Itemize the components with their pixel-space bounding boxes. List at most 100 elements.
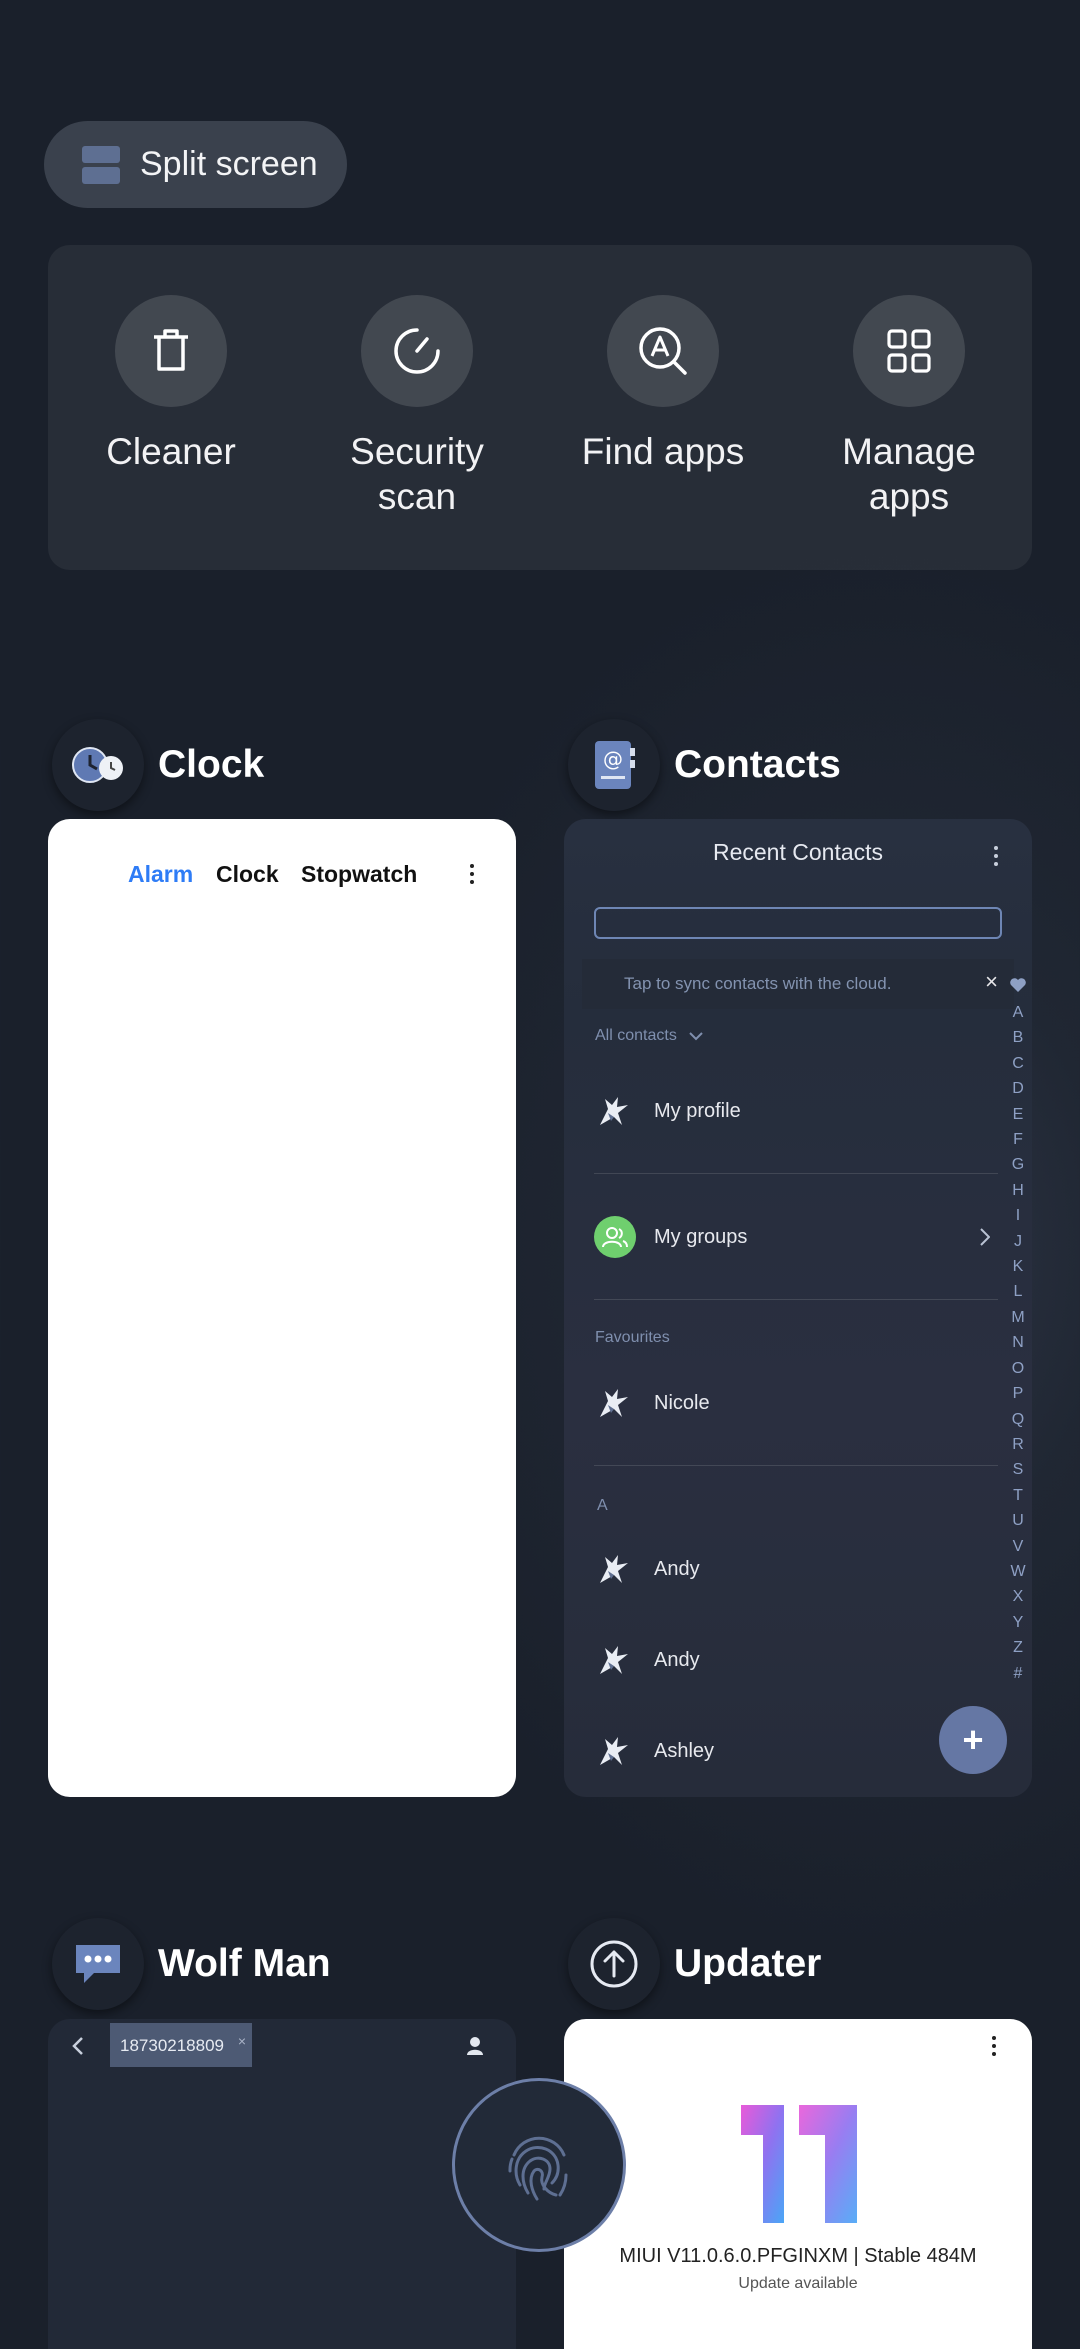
my-profile-label: My profile (654, 1099, 741, 1122)
alphabet-letter[interactable]: # (1008, 1661, 1028, 1686)
recipient-chip[interactable]: 18730218809 × (110, 2023, 252, 2067)
alphabet-letter[interactable]: J (1008, 1229, 1028, 1254)
security-scan-button[interactable]: Security scan (302, 295, 532, 519)
split-screen-label: Split screen (140, 145, 318, 183)
recipient-number: 18730218809 (120, 2036, 225, 2055)
contacts-app-header[interactable]: @ Contacts (568, 719, 841, 811)
alphabet-letter[interactable]: C (1008, 1051, 1028, 1076)
updater-app-icon (568, 1918, 660, 2010)
alphabet-letter[interactable]: R (1008, 1432, 1028, 1457)
tab-alarm[interactable]: Alarm (128, 861, 193, 888)
alphabet-letter[interactable]: O (1008, 1356, 1028, 1381)
alphabet-letter[interactable]: M (1008, 1305, 1028, 1330)
contact-row[interactable]: Ashley (594, 1721, 994, 1781)
contacts-app-title: Contacts (674, 743, 841, 786)
wolfman-app-header[interactable]: Wolf Man (52, 1918, 331, 2010)
alphabet-letter[interactable]: Z (1008, 1635, 1028, 1660)
all-contacts-filter[interactable]: All contacts (595, 1027, 703, 1045)
contacts-header-title: Recent Contacts (712, 839, 884, 865)
sync-banner[interactable]: Tap to sync contacts with the cloud. × (582, 959, 1014, 1009)
update-version-text: MIUI V11.0.6.0.PFGINXM | Stable 484M (619, 2245, 977, 2267)
messages-app-preview[interactable]: 18730218809 × (48, 2019, 516, 2349)
favourites-label: Favourites (595, 1329, 670, 1346)
all-contacts-label: All contacts (595, 1027, 677, 1044)
alphabet-letter[interactable]: Q (1008, 1407, 1028, 1432)
alphabet-letter[interactable]: X (1008, 1584, 1028, 1609)
contact-person-icon[interactable] (466, 2036, 484, 2056)
close-icon[interactable]: × (985, 969, 998, 995)
heart-icon[interactable] (1009, 977, 1027, 993)
chevron-down-icon (689, 1031, 703, 1040)
alphabet-letter[interactable]: N (1008, 1330, 1028, 1355)
alphabet-letter[interactable]: F (1008, 1127, 1028, 1152)
alphabet-letter[interactable]: Y (1008, 1610, 1028, 1635)
alphabet-letters: A B C D E F G H I J K L M N O P Q R S T U V W X Y Z # (1008, 1000, 1028, 1686)
groups-avatar-icon (594, 1216, 636, 1258)
alphabet-letter[interactable]: U (1008, 1508, 1028, 1533)
contact-name: Andy (654, 1557, 700, 1580)
alphabet-letter[interactable]: I (1008, 1203, 1028, 1228)
tab-clock[interactable]: Clock (216, 861, 279, 888)
alphabet-letter[interactable]: K (1008, 1254, 1028, 1279)
more-options-icon[interactable] (470, 864, 475, 884)
cleaner-label: Cleaner (106, 431, 236, 472)
fingerprint-sensor-icon[interactable] (452, 2078, 626, 2252)
contact-row[interactable]: Andy (594, 1630, 994, 1690)
back-arrow-icon[interactable] (72, 2036, 84, 2056)
section-header-a: A (597, 1497, 608, 1514)
clock-app-preview[interactable]: Alarm Clock Stopwatch (48, 819, 516, 1797)
manage-apps-button[interactable]: Manage apps (794, 295, 1024, 519)
alphabet-letter[interactable]: G (1008, 1152, 1028, 1177)
split-screen-icon (82, 145, 120, 184)
alphabet-letter[interactable]: P (1008, 1381, 1028, 1406)
split-screen-button[interactable]: Split screen (44, 121, 347, 208)
alphabet-letter[interactable]: H (1008, 1178, 1028, 1203)
manage-apps-label: Manage apps (842, 431, 976, 517)
trash-icon (115, 295, 227, 407)
remove-recipient-icon[interactable]: × (238, 2033, 246, 2049)
contact-name: Nicole (654, 1391, 710, 1414)
contact-row[interactable]: Nicole (594, 1373, 994, 1433)
alphabet-letter[interactable]: B (1008, 1025, 1028, 1050)
wolf-avatar-icon (600, 1646, 628, 1674)
more-options-icon[interactable] (992, 2036, 997, 2056)
clock-app-header[interactable]: Clock (52, 719, 264, 811)
divider (594, 1173, 998, 1174)
chevron-right-icon (980, 1228, 990, 1246)
tab-stopwatch[interactable]: Stopwatch (301, 861, 417, 888)
alphabet-letter[interactable]: S (1008, 1457, 1028, 1482)
contacts-app-preview[interactable]: Recent Contacts Tap to sync contacts wit… (564, 819, 1032, 1797)
quick-tools-panel: Cleaner Security scan Find apps Manage app… (48, 245, 1032, 570)
cleaner-button[interactable]: Cleaner (56, 295, 286, 474)
security-scan-label: Security scan (350, 431, 484, 517)
update-status-text: Update available (738, 2275, 858, 2292)
svg-text:@: @ (603, 747, 623, 771)
alphabet-index[interactable]: A B C D E F G H I J K L M N O P Q R S T U V W X Y Z # (1008, 977, 1028, 1686)
more-options-icon[interactable] (994, 846, 999, 866)
contact-row[interactable]: Andy (594, 1539, 994, 1599)
wolf-avatar-icon (600, 1389, 628, 1417)
wolfman-app-title: Wolf Man (158, 1942, 331, 1985)
search-app-icon (607, 295, 719, 407)
clock-tab-bar: Alarm Clock Stopwatch (48, 843, 516, 903)
add-contact-button[interactable]: + (939, 1706, 1007, 1774)
alphabet-letter[interactable]: T (1008, 1483, 1028, 1508)
alphabet-letter[interactable]: D (1008, 1076, 1028, 1101)
my-profile-row[interactable]: My profile (594, 1081, 994, 1141)
clock-app-icon (52, 719, 144, 811)
my-groups-row[interactable]: My groups (594, 1207, 994, 1267)
sync-banner-text: Tap to sync contacts with the cloud. (624, 974, 892, 993)
find-apps-label: Find apps (581, 431, 745, 472)
updater-app-header[interactable]: Updater (568, 1918, 821, 2010)
alphabet-letter[interactable]: L (1008, 1279, 1028, 1304)
alphabet-letter[interactable]: V (1008, 1534, 1028, 1559)
messages-app-icon (52, 1918, 144, 2010)
miui-11-logo (741, 2105, 857, 2223)
updater-app-preview[interactable]: MIUI V11.0.6.0.PFGINXM | Stable 484M Upd… (564, 2019, 1032, 2349)
contacts-search-input[interactable] (594, 907, 1002, 939)
alphabet-letter[interactable]: W (1008, 1559, 1028, 1584)
alphabet-letter[interactable]: A (1008, 1000, 1028, 1025)
alphabet-letter[interactable]: E (1008, 1102, 1028, 1127)
grid-icon (853, 295, 965, 407)
find-apps-button[interactable]: Find apps (548, 295, 778, 474)
